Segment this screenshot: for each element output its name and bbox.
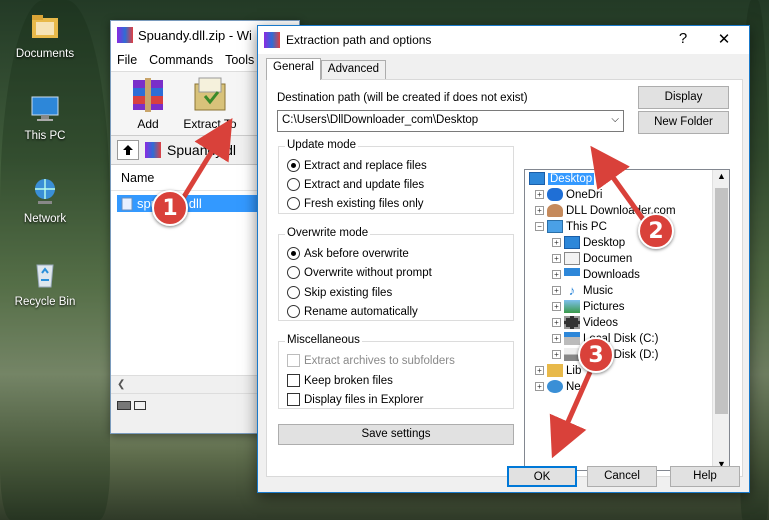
arrow-2 [590,145,648,224]
annotation-arrows [179,117,648,459]
arrow-3 [549,370,593,459]
tab-general[interactable]: General [266,58,321,80]
arrow-1 [179,117,233,202]
step-callout-1: 1 [152,190,188,226]
step-callout-2: 2 [638,213,674,249]
step-callout-3: 3 [578,337,614,373]
